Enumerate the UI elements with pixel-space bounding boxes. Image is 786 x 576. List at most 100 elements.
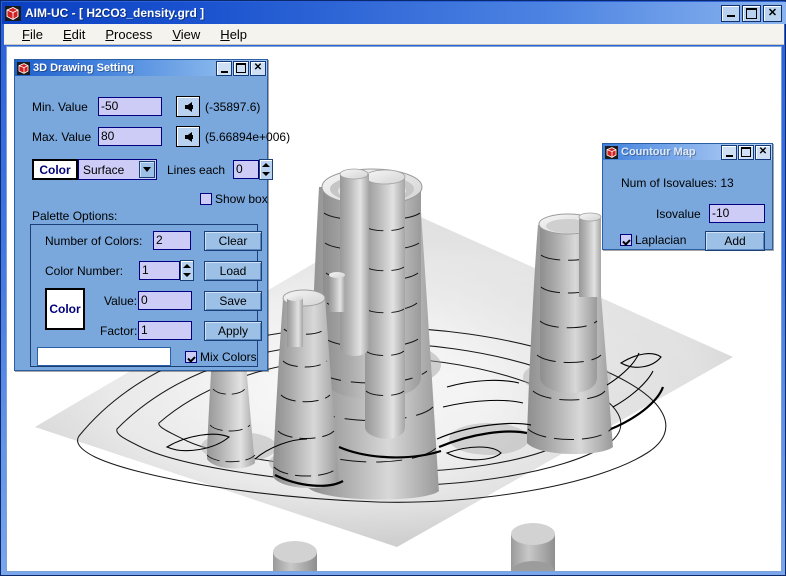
minimize-icon (722, 146, 736, 159)
laplacian-checkbox[interactable] (620, 234, 632, 246)
contour-dialog-title: Countour Map (621, 146, 696, 158)
color-number-label: Color Number: (45, 264, 124, 278)
isovalue-input[interactable]: -10 (709, 204, 765, 223)
contour-dialog-close-button[interactable]: ✕ (755, 144, 771, 160)
contour-dialog-maximize-button[interactable] (738, 144, 754, 160)
main-titlebar[interactable]: AIM-UC - [ H2CO3_density.grd ] ✕ (2, 2, 786, 24)
clear-button[interactable]: Clear (204, 231, 262, 251)
show-box-checkbox[interactable] (200, 193, 212, 205)
max-value-input[interactable]: 80 (98, 127, 162, 146)
laplacian-checkbox-row[interactable]: Laplacian (620, 233, 686, 247)
drawing-settings-dialog[interactable]: 3D Drawing Setting ✕ Min. Value -50 (-35… (14, 59, 290, 371)
menu-item-view[interactable]: View (162, 25, 210, 44)
close-button[interactable]: ✕ (763, 4, 782, 22)
close-icon: ✕ (253, 62, 263, 73)
drawing-dialog-title: 3D Drawing Setting (33, 62, 134, 74)
maximize-icon (743, 6, 760, 21)
menu-label-file-rest: ile (29, 26, 43, 42)
app-root: AIM-UC - [ H2CO3_density.grd ] ✕ File Ed… (0, 0, 786, 576)
show-box-label: Show box (215, 192, 268, 206)
main-title-text: AIM-UC - [ H2CO3_density.grd ] (25, 6, 205, 20)
number-of-colors-label: Number of Colors: (45, 234, 143, 248)
min-value-apply-arrow-button[interactable] (176, 96, 200, 117)
minimize-icon (217, 62, 231, 75)
minimize-icon (722, 6, 739, 21)
menu-item-process[interactable]: Process (95, 25, 162, 44)
draw-mode-value: Surface (83, 162, 125, 177)
peak-spire-5 (287, 295, 303, 347)
contour-dialog-minimize-button[interactable] (721, 144, 737, 160)
lines-each-input[interactable]: 0 (233, 160, 259, 179)
mix-colors-label: Mix Colors (200, 350, 257, 364)
arrow-left-icon (184, 101, 193, 112)
factor-label: Factor: (100, 324, 138, 338)
app-icon (5, 5, 21, 21)
contour-dialog-body: Num of Isovalues: 13 Isovalue -10 Laplac… (603, 160, 772, 251)
add-button[interactable]: Add (705, 231, 765, 251)
peak-spire-4 (329, 272, 345, 312)
drawing-dialog-maximize-button[interactable] (233, 60, 249, 76)
number-of-colors-input[interactable]: 2 (153, 231, 191, 250)
contour-dialog-controls: ✕ (721, 144, 771, 160)
min-value-input[interactable]: -50 (98, 97, 162, 116)
mix-colors-checkbox-row[interactable]: Mix Colors (185, 350, 257, 364)
max-value-apply-arrow-button[interactable] (176, 126, 200, 147)
show-box-checkbox-row[interactable]: Show box (200, 192, 268, 206)
lines-each-stepper[interactable] (259, 159, 273, 180)
contour-map-dialog[interactable]: Countour Map ✕ Num of Isovalues: 13 Isov… (602, 143, 773, 251)
draw-mode-select[interactable]: Surface (78, 159, 157, 180)
red-cube-icon (6, 6, 19, 20)
chevron-down-icon[interactable] (139, 161, 155, 178)
max-value-label: Max. Value (32, 130, 92, 144)
factor-input[interactable]: 1 (138, 321, 192, 340)
close-icon: ✕ (767, 6, 778, 19)
gradient-preview-bar[interactable] (37, 347, 171, 366)
drawing-dialog-titlebar[interactable]: 3D Drawing Setting ✕ (15, 60, 267, 76)
menu-label-view-rest: iew (180, 26, 201, 42)
palette-options-label: Palette Options: (32, 209, 118, 223)
load-button[interactable]: Load (204, 261, 262, 281)
num-isovalues-label: Num of Isovalues: 13 (621, 176, 734, 190)
maximize-icon (234, 62, 248, 75)
contour-dialog-titlebar[interactable]: Countour Map ✕ (603, 144, 772, 160)
drawing-dialog-icon (17, 61, 30, 75)
stepper-up-icon[interactable] (260, 160, 272, 170)
contour-dialog-icon (605, 145, 618, 159)
value-input[interactable]: 0 (138, 291, 192, 310)
min-value-actual: (-35897.6) (205, 100, 261, 114)
save-button[interactable]: Save (204, 291, 262, 311)
laplacian-label: Laplacian (635, 233, 687, 247)
maximize-icon (739, 146, 753, 159)
menu-item-edit[interactable]: Edit (53, 25, 95, 44)
mdi-client-area: 3D Drawing Setting ✕ Min. Value -50 (-35… (6, 46, 782, 572)
menu-item-help[interactable]: Help (210, 25, 257, 44)
drawing-dialog-controls: ✕ (216, 60, 266, 76)
color-button[interactable]: Color (32, 159, 78, 180)
main-window-controls: ✕ (721, 4, 784, 22)
red-cube-icon (18, 62, 29, 74)
maximize-button[interactable] (742, 4, 761, 22)
stepper-down-icon[interactable] (260, 170, 272, 180)
apply-button[interactable]: Apply (204, 321, 262, 341)
peak-spire-3 (578, 212, 602, 297)
menu-label-process-rest: rocess (114, 26, 153, 42)
minimize-button[interactable] (721, 4, 740, 22)
stepper-up-icon[interactable] (181, 261, 193, 271)
value-label: Value: (104, 294, 138, 308)
peak-spire-2 (339, 168, 369, 356)
palette-color-button[interactable]: Color (45, 288, 85, 330)
drawing-dialog-minimize-button[interactable] (216, 60, 232, 76)
mix-colors-checkbox[interactable] (185, 351, 197, 363)
lines-each-label: Lines each (167, 163, 226, 177)
menu-item-file[interactable]: File (12, 25, 53, 44)
close-icon: ✕ (758, 146, 768, 157)
color-number-stepper[interactable] (180, 260, 194, 281)
drawing-dialog-close-button[interactable]: ✕ (250, 60, 266, 76)
peak-spire-1 (364, 169, 406, 439)
main-window-frame: AIM-UC - [ H2CO3_density.grd ] ✕ File Ed… (0, 0, 786, 576)
color-number-input[interactable]: 1 (139, 261, 180, 280)
menubar: File Edit Process View Help (4, 24, 784, 45)
isovalue-label: Isovalue (656, 207, 701, 221)
stepper-down-icon[interactable] (181, 271, 193, 281)
max-value-actual: (5.66894e+006) (205, 130, 291, 144)
